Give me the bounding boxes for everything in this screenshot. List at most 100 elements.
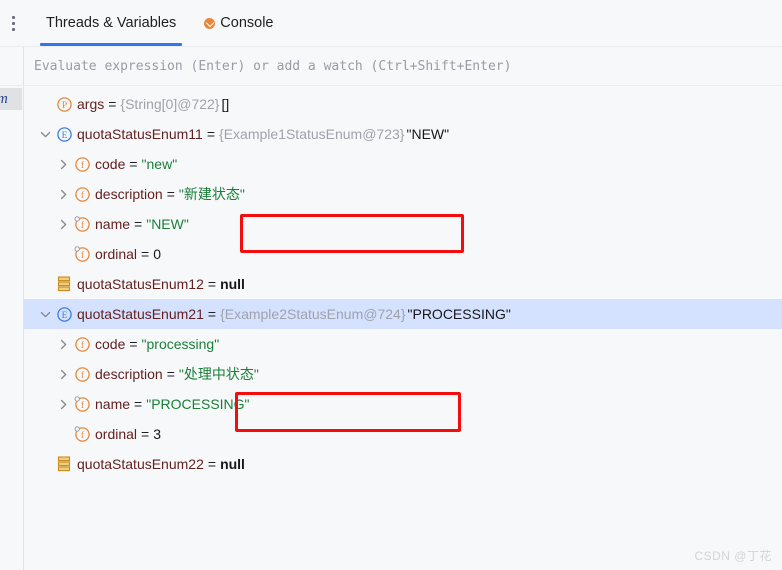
tab-threads-and-variables[interactable]: Threads & Variables [32, 0, 190, 46]
variable-name: code [95, 156, 126, 172]
tab-threads-and-variables-label: Threads & Variables [46, 15, 177, 31]
variable-row[interactable]: f description = "新建状态" [24, 179, 782, 209]
tab-console-label: Console [220, 15, 274, 31]
tab-bar: Threads & Variables Console [0, 0, 782, 47]
variable-value: [] [221, 96, 230, 112]
variables-tree[interactable]: Pargs = {String[0]@722}[] EquotaStatusEnum1… [24, 86, 782, 570]
chevron-right-icon[interactable] [55, 179, 72, 209]
field-icon: f [72, 359, 92, 389]
variable-name: description [95, 186, 163, 202]
variable-name: name [95, 216, 131, 232]
variables-tree-panel: m Pargs={String[0]@722}[]EquotaStatusEnu… [0, 86, 782, 570]
tree-gutter [0, 86, 24, 570]
variable-name: quotaStatusEnum21 [77, 306, 204, 322]
chevron-right-icon[interactable] [55, 209, 72, 239]
equals-sign: = [108, 96, 117, 112]
variable-row[interactable]: f code = "processing" [24, 329, 782, 359]
object-reference: {String[0]@722} [120, 96, 220, 112]
equals-sign: = [134, 396, 143, 412]
variable-value: "NEW" [406, 126, 450, 142]
chevron-right-icon[interactable] [55, 329, 72, 359]
variable-icon [54, 269, 74, 299]
variable-value: "processing" [141, 336, 220, 352]
chevron-right-icon[interactable] [55, 359, 72, 389]
variable-name: code [95, 336, 126, 352]
field-final-icon: f [72, 239, 92, 269]
variable-row[interactable]: EquotaStatusEnum21 = {Example2StatusEnum@7… [24, 299, 782, 329]
variable-name: args [77, 96, 105, 112]
variable-value: "NEW" [146, 216, 189, 232]
equals-sign: = [134, 216, 143, 232]
equals-sign: = [141, 426, 150, 442]
equals-sign: = [129, 336, 138, 352]
variable-row[interactable]: f ordinal = 3 [24, 419, 782, 449]
chevron-down-icon[interactable] [37, 119, 54, 149]
variable-value: "处理中状态" [178, 366, 259, 382]
equals-sign: = [129, 156, 138, 172]
variable-row[interactable]: f name = "PROCESSING" [24, 389, 782, 419]
chevron-right-icon[interactable] [55, 149, 72, 179]
variable-name: description [95, 366, 163, 382]
variable-icon [54, 449, 74, 479]
enum-icon: E [54, 299, 74, 329]
object-reference: {Example2StatusEnum@724} [220, 306, 406, 322]
variable-row[interactable]: f description = "处理中状态" [24, 359, 782, 389]
equals-sign: = [207, 456, 217, 472]
equals-sign: = [166, 186, 175, 202]
left-edge-tab-stub[interactable]: m [0, 88, 22, 110]
tab-list: Threads & Variables Console [26, 0, 288, 46]
tab-console[interactable]: Console [190, 0, 287, 46]
variable-value: "新建状态" [178, 186, 245, 202]
variable-value: "new" [141, 156, 178, 172]
evaluate-expression-bar[interactable]: Evaluate expression (Enter) or add a wat… [0, 47, 782, 86]
field-final-icon: f [72, 419, 92, 449]
field-icon: f [72, 329, 92, 359]
field-final-icon: f [72, 209, 92, 239]
svg-text:f: f [80, 250, 84, 261]
enum-icon: E [54, 119, 74, 149]
evaluate-expression-input[interactable]: Evaluate expression (Enter) or add a wat… [24, 59, 511, 74]
parameter-icon: P [54, 89, 74, 119]
svg-text:E: E [61, 131, 67, 141]
svg-text:f: f [80, 190, 84, 201]
svg-text:f: f [80, 400, 84, 411]
variable-row[interactable]: f ordinal = 0 [24, 239, 782, 269]
field-icon: f [72, 149, 92, 179]
field-icon: f [72, 179, 92, 209]
left-edge-tab-stub-label: m [0, 91, 8, 108]
variable-value: 0 [153, 246, 162, 262]
svg-text:E: E [61, 311, 67, 321]
svg-text:f: f [80, 370, 84, 381]
variable-value: 3 [153, 426, 162, 442]
variable-name: quotaStatusEnum12 [77, 276, 204, 292]
equals-sign: = [166, 366, 175, 382]
object-reference: {Example1StatusEnum@723} [219, 126, 405, 142]
equals-sign: = [141, 246, 150, 262]
variable-row[interactable]: f code = "new" [24, 149, 782, 179]
variable-name: ordinal [95, 426, 138, 442]
variable-row[interactable]: Pargs = {String[0]@722}[] [24, 89, 782, 119]
evaluate-gutter [0, 47, 24, 85]
variable-name: quotaStatusEnum22 [77, 456, 204, 472]
svg-text:P: P [61, 101, 66, 111]
svg-text:f: f [80, 160, 84, 171]
equals-sign: = [206, 126, 216, 142]
watermark: CSDN @丁花 [694, 549, 772, 563]
svg-text:f: f [80, 430, 84, 441]
variable-value: "PROCESSING" [146, 396, 250, 412]
variable-name: ordinal [95, 246, 138, 262]
variable-row[interactable]: quotaStatusEnum22 = null [24, 449, 782, 479]
equals-sign: = [207, 276, 217, 292]
kebab-menu-icon[interactable] [0, 0, 26, 46]
variable-row[interactable]: f name = "NEW" [24, 209, 782, 239]
variable-row[interactable]: EquotaStatusEnum11 = {Example1StatusEnum@7… [24, 119, 782, 149]
variable-row[interactable]: quotaStatusEnum12 = null [24, 269, 782, 299]
field-final-icon: f [72, 389, 92, 419]
chevron-down-icon[interactable] [37, 299, 54, 329]
chevron-right-icon[interactable] [55, 389, 72, 419]
